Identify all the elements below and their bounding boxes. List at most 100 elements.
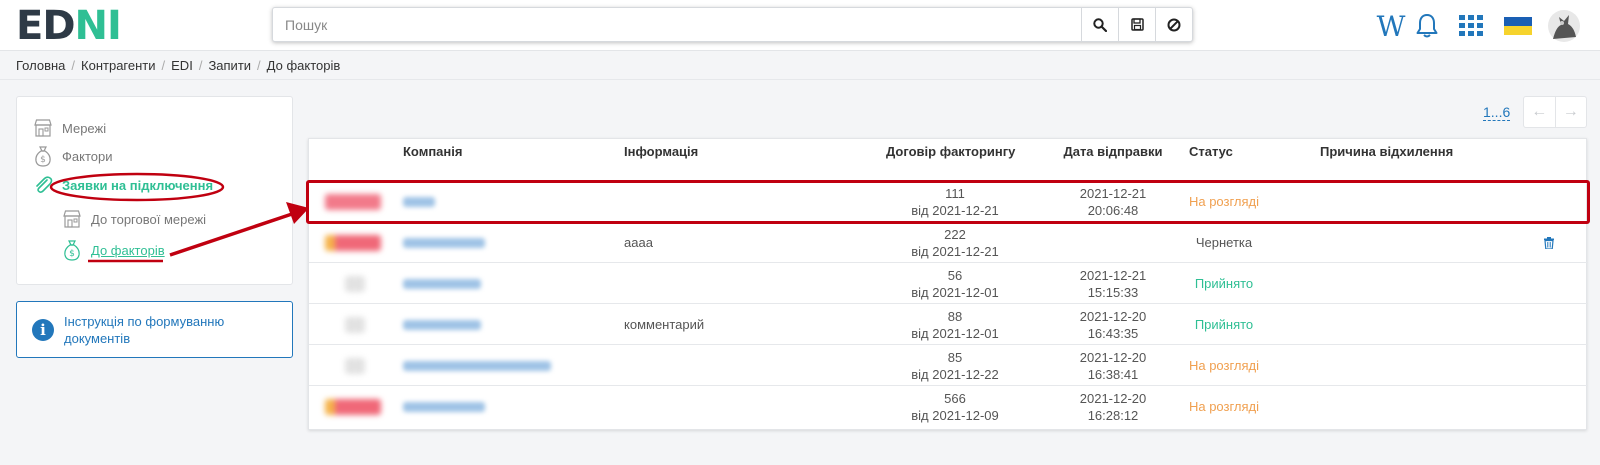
column-header-contract[interactable]: Договір факторингу — [886, 143, 1015, 160]
info-icon: i — [32, 318, 54, 341]
company-logo — [325, 263, 395, 304]
contract-date: від 2021-12-22 — [911, 366, 999, 382]
sidebar-menu: Мережі $ Фактори Заявки на підключення Д… — [16, 96, 293, 285]
column-header-company[interactable]: Компанія — [403, 143, 462, 160]
pagination-buttons: ← → — [1523, 96, 1587, 128]
row-contract: 222 від 2021-12-21 — [885, 222, 1025, 263]
store-icon — [32, 117, 54, 139]
top-bar: EDNI W — [0, 0, 1600, 51]
contract-number: 85 — [947, 349, 963, 365]
row-info — [624, 386, 864, 427]
sidebar-item-label: До факторів — [91, 242, 165, 258]
column-header-date[interactable]: Дата відправки — [1058, 143, 1168, 160]
sidebar-item-label: Мережі — [62, 120, 107, 136]
ban-icon — [1167, 18, 1181, 31]
breadcrumb-edi[interactable]: EDI — [171, 58, 193, 73]
delete-button[interactable] — [1544, 222, 1564, 263]
row-contract: 88 від 2021-12-01 — [885, 304, 1025, 345]
company-link[interactable] — [403, 386, 603, 427]
edin-logo[interactable]: ED N I — [16, 3, 122, 49]
row-info — [624, 263, 864, 304]
breadcrumb-separator: / — [198, 57, 203, 73]
apps-grid-icon — [1459, 15, 1483, 36]
row-send-date: 2021-12-20 16:43:35 — [1058, 304, 1168, 345]
svg-text:$: $ — [40, 155, 46, 165]
row-info — [624, 181, 864, 222]
contract-number: 222 — [944, 226, 966, 242]
company-logo — [325, 222, 395, 263]
table-row[interactable]: аааа 222 від 2021-12-21 Чернетка — [309, 221, 1588, 262]
column-header-info[interactable]: Інформація — [624, 143, 698, 160]
user-avatar[interactable] — [1546, 8, 1582, 44]
clear-search-button[interactable] — [1155, 8, 1192, 41]
sidebar-item-connection-requests[interactable]: Заявки на підключення — [32, 174, 213, 196]
table-row[interactable]: комментарий 88 від 2021-12-01 2021-12-20 1… — [309, 303, 1588, 344]
logo-text-accent: N — [74, 3, 108, 49]
company-link[interactable] — [403, 181, 603, 222]
search-bar — [272, 7, 1193, 42]
wiki-label: W — [1376, 9, 1406, 43]
prev-page-button[interactable]: ← — [1524, 97, 1556, 127]
contract-number: 56 — [947, 267, 963, 283]
search-input[interactable] — [273, 8, 1081, 41]
arrow-right-icon: → — [1562, 103, 1579, 120]
sidebar-item-label: Заявки на підключення — [62, 177, 214, 193]
table-row[interactable]: 111 від 2021-12-21 2021-12-21 20:06:48 На … — [309, 180, 1588, 221]
row-info: аааа — [624, 235, 653, 250]
store-icon — [61, 208, 83, 230]
contract-date: від 2021-12-21 — [911, 202, 999, 218]
table-row[interactable]: 56 від 2021-12-01 2021-12-21 15:15:33 Прий… — [309, 262, 1588, 303]
breadcrumb-separator: / — [161, 57, 166, 73]
contract-number: 111 — [945, 185, 965, 201]
svg-text:$: $ — [69, 249, 75, 259]
send-date: 2021-12-20 — [1079, 308, 1147, 324]
company-link[interactable] — [403, 345, 603, 386]
row-send-date — [1058, 222, 1168, 263]
sidebar-item-label: Фактори — [62, 148, 113, 164]
sidebar-item-factors[interactable]: $ Фактори — [32, 145, 112, 167]
notifications-button[interactable] — [1411, 10, 1443, 42]
company-link[interactable] — [403, 304, 603, 345]
pagination-range[interactable]: 1...6 — [1483, 104, 1511, 121]
next-page-button[interactable]: → — [1556, 97, 1587, 127]
row-contract: 566 від 2021-12-09 — [885, 386, 1025, 427]
sidebar-item-to-retail-network[interactable]: До торгової мережі — [61, 208, 206, 230]
breadcrumb-counterparties[interactable]: Контрагенти — [81, 58, 155, 73]
money-bag-icon: $ — [32, 145, 54, 167]
breadcrumb: Головна / Контрагенти / EDI / Запити / Д… — [16, 57, 340, 73]
send-time: 20:06:48 — [1087, 202, 1139, 218]
breadcrumb-divider — [0, 79, 1600, 80]
search-button[interactable] — [1081, 8, 1118, 41]
table-row[interactable]: 85 від 2021-12-22 2021-12-20 16:38:41 На р… — [309, 344, 1588, 385]
table-row[interactable]: 566 від 2021-12-09 2021-12-20 16:28:12 На … — [309, 385, 1588, 426]
save-icon — [1130, 18, 1144, 31]
instruction-link[interactable]: i Інструкція по формуванню документів — [16, 301, 293, 358]
send-time: 15:15:33 — [1087, 284, 1139, 300]
column-header-status[interactable]: Статус — [1189, 143, 1233, 160]
column-header-reason[interactable]: Причина відхилення — [1320, 143, 1453, 160]
status-badge: На розгляді — [1188, 194, 1260, 209]
row-contract: 85 від 2021-12-22 — [885, 345, 1025, 386]
breadcrumb-separator: / — [257, 57, 261, 73]
status-badge: Чернетка — [1195, 235, 1253, 250]
logo-text-accent-2: I — [107, 3, 122, 49]
row-info: комментарий — [624, 317, 705, 332]
sidebar-item-networks[interactable]: Мережі — [32, 117, 106, 139]
breadcrumb-requests[interactable]: Запити — [208, 58, 251, 73]
wiki-icon[interactable]: W — [1375, 9, 1407, 43]
breadcrumb-current: До факторів — [266, 57, 341, 73]
row-contract: 111 від 2021-12-21 — [885, 181, 1025, 222]
breadcrumb-home[interactable]: Головна — [16, 58, 65, 73]
company-link[interactable] — [403, 263, 603, 304]
company-link[interactable] — [403, 222, 603, 263]
apps-menu-button[interactable] — [1455, 10, 1487, 42]
sidebar-item-to-factors[interactable]: $ До факторів — [61, 239, 165, 261]
contract-number: 88 — [947, 308, 963, 324]
save-filter-button[interactable] — [1118, 8, 1155, 41]
language-button[interactable] — [1502, 10, 1534, 42]
row-send-date: 2021-12-21 15:15:33 — [1058, 263, 1168, 304]
status-badge: На розгляді — [1188, 358, 1260, 373]
sidebar-item-label: До торгової мережі — [91, 211, 207, 227]
row-send-date: 2021-12-20 16:28:12 — [1058, 386, 1168, 427]
send-time: 16:38:41 — [1087, 366, 1139, 382]
